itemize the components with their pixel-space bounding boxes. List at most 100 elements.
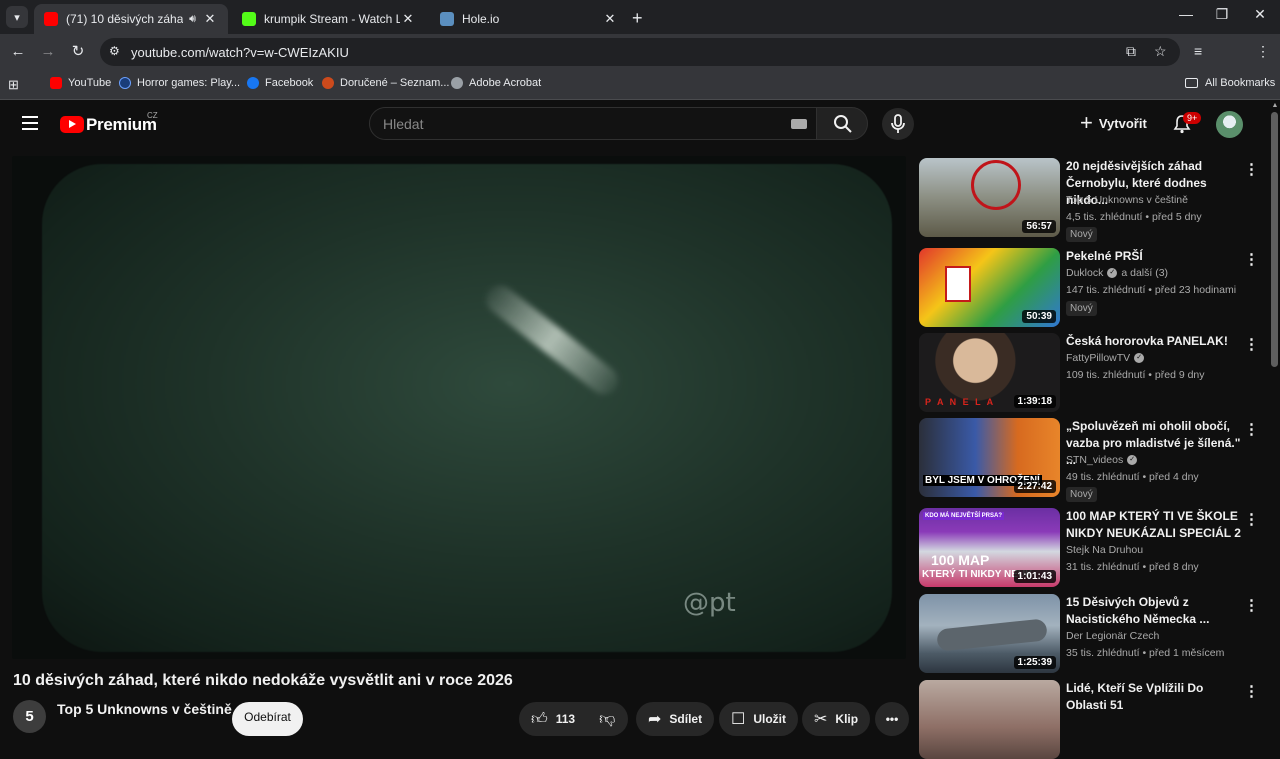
youtube-favicon-icon xyxy=(44,12,58,26)
more-options-icon[interactable]: ⋮ xyxy=(1244,335,1259,353)
clip-button[interactable]: ✂ Klip xyxy=(802,702,871,736)
video-title: Lidé, Kteří Se Vplížili Do Oblasti 51 xyxy=(1066,681,1204,712)
address-bar[interactable]: ⚙︎ youtube.com/watch?v=w-CWEIzAKIU xyxy=(100,38,1180,66)
bookmark-star-icon[interactable]: ☆ xyxy=(1154,43,1167,60)
keyboard-icon[interactable] xyxy=(791,119,807,129)
recommendation-item[interactable]: 50:39 Pekelné PRŠÍ Duklock ✓ a další (3) 1… xyxy=(919,248,1259,328)
video-player[interactable] xyxy=(12,156,906,659)
video-meta: 31 tis. zhlédnutí • před 8 dny xyxy=(1066,561,1199,573)
more-options-icon[interactable]: ⋮ xyxy=(1244,510,1259,528)
bookmark-seznam[interactable]: Doručené – Seznam... xyxy=(322,77,449,89)
like-icon[interactable]: 👍︎ xyxy=(531,710,548,729)
holeio-favicon-icon xyxy=(440,12,454,26)
chrome-menu-icon[interactable]: ⋮ xyxy=(1256,43,1270,60)
video-meta: 147 tis. zhlédnutí • před 23 hodinami xyxy=(1066,284,1237,296)
all-bookmarks[interactable]: All Bookmarks xyxy=(1185,77,1275,89)
video-meta: 4,5 tis. zhlédnutí • před 5 dny xyxy=(1066,211,1202,223)
video-thumbnail[interactable]: 1:25:39 xyxy=(919,594,1060,673)
subscribe-button[interactable]: Odebírat xyxy=(232,702,303,736)
apps-icon[interactable]: ⊞ xyxy=(8,77,19,93)
recommendation-item[interactable]: BYL JSEM V OHROŽENÍ 2:27:42 „Spoluvězeň … xyxy=(919,418,1259,503)
tab-title: krumpik Stream - Watch Live on xyxy=(264,12,400,26)
new-tab-icon[interactable]: + xyxy=(632,8,643,29)
more-options-icon[interactable]: ⋮ xyxy=(1244,160,1259,178)
recommendation-item[interactable]: Lidé, Kteří Se Vplížili Do Oblasti 51 ⋮ xyxy=(919,680,1259,759)
forward-icon[interactable]: → xyxy=(38,42,58,62)
close-tab-icon[interactable]: ✕ xyxy=(202,11,218,27)
close-tab-icon[interactable]: ✕ xyxy=(602,11,618,27)
dislike-icon[interactable]: 👎︎ xyxy=(599,710,615,729)
tab-youtube[interactable]: (71) 10 děsivých záhad, které 🔊︎ ✕ xyxy=(34,4,228,34)
video-thumbnail[interactable]: KDO MÁ NEJVĚTŠÍ PRSA? 100 MAP KTERÝ TI N… xyxy=(919,508,1060,587)
back-icon[interactable]: ← xyxy=(8,42,28,62)
channel-avatar[interactable]: 5 xyxy=(13,700,46,733)
channel-name[interactable]: Duklock ✓ a další (3) xyxy=(1066,267,1168,279)
more-icon: ••• xyxy=(885,712,899,726)
kick-favicon-icon xyxy=(242,12,256,26)
tab-title: Hole.io xyxy=(462,12,500,26)
youtube-logo-icon[interactable] xyxy=(60,116,84,133)
video-duration: 1:25:39 xyxy=(1013,656,1056,669)
channel-name[interactable]: Top 5 Unknowns v češtině xyxy=(57,701,232,717)
close-tab-icon[interactable]: ✕ xyxy=(400,11,416,27)
search-input[interactable]: Hledat xyxy=(369,107,817,140)
more-options-icon[interactable]: ⋮ xyxy=(1244,596,1259,614)
folder-icon xyxy=(1185,78,1198,88)
save-button[interactable]: ☐ Uložit xyxy=(719,702,799,736)
bookmark-facebook[interactable]: Facebook xyxy=(247,77,313,89)
reload-icon[interactable]: ↻ xyxy=(68,42,88,62)
bookmark-horror-games[interactable]: Horror games: Play... xyxy=(119,77,240,89)
video-thumbnail[interactable]: 56:57 xyxy=(919,158,1060,237)
recommendation-item[interactable]: 1:25:39 15 Děsivých Objevů z Nacistickéh… xyxy=(919,594,1259,674)
create-button[interactable]: + Vytvořit xyxy=(1080,112,1147,134)
more-options-icon[interactable]: ⋮ xyxy=(1244,250,1259,268)
speaker-icon[interactable]: 🔊︎ xyxy=(189,13,196,26)
channel-name[interactable]: Top 5 Unknowns v češtině xyxy=(1066,194,1188,206)
minimize-icon[interactable]: — xyxy=(1176,6,1196,22)
channel-name[interactable]: Stejk Na Druhou xyxy=(1066,544,1143,556)
recommendation-item[interactable]: P A N E L A 1:39:18 Česká hororovka PANE… xyxy=(919,333,1259,413)
channel-name[interactable]: Der Legionär Czech xyxy=(1066,630,1159,642)
close-window-icon[interactable]: ✕ xyxy=(1250,6,1270,23)
recommendation-item[interactable]: KDO MÁ NEJVĚTŠÍ PRSA? 100 MAP KTERÝ TI N… xyxy=(919,508,1259,588)
more-options-icon[interactable]: ⋮ xyxy=(1244,682,1259,700)
guide-menu-icon[interactable] xyxy=(22,116,38,134)
scrollbar-thumb[interactable] xyxy=(1271,112,1278,367)
more-options-icon[interactable]: ⋮ xyxy=(1244,420,1259,438)
bookmark-label: YouTube xyxy=(68,77,112,89)
tab-holeio[interactable]: Hole.io ✕ xyxy=(430,4,628,34)
video-thumbnail[interactable]: P A N E L A 1:39:18 xyxy=(919,333,1060,412)
channel-name[interactable]: FattyPillowTV ✓ xyxy=(1066,352,1145,364)
account-avatar[interactable] xyxy=(1216,111,1243,138)
more-actions-button[interactable]: ••• xyxy=(875,702,909,736)
url-text[interactable]: youtube.com/watch?v=w-CWEIzAKIU xyxy=(131,45,349,60)
like-count[interactable]: 113 xyxy=(556,712,575,726)
video-duration: 50:39 xyxy=(1022,310,1056,323)
scroll-up-icon[interactable]: ▲ xyxy=(1270,102,1280,109)
bookmark-youtube[interactable]: YouTube xyxy=(50,77,111,89)
channel-text: FattyPillowTV xyxy=(1066,352,1131,364)
restore-icon[interactable]: ❐ xyxy=(1212,6,1232,23)
media-controls-icon[interactable]: ≡ xyxy=(1194,43,1202,59)
bookmark-adobe-acrobat[interactable]: Adobe Acrobat xyxy=(451,77,541,89)
tab-kick[interactable]: krumpik Stream - Watch Live on ✕ xyxy=(232,4,426,34)
video-duration: 1:01:43 xyxy=(1013,570,1056,583)
search-button[interactable] xyxy=(816,107,868,140)
save-label: Uložit xyxy=(753,712,787,726)
voice-search-button[interactable] xyxy=(882,108,914,140)
channel-text: STN_videos xyxy=(1066,454,1124,466)
tab-search-button[interactable]: ▾ xyxy=(6,6,28,28)
video-thumbnail[interactable]: BYL JSEM V OHROŽENÍ 2:27:42 xyxy=(919,418,1060,497)
video-thumbnail[interactable]: 50:39 xyxy=(919,248,1060,327)
facebook-icon xyxy=(247,77,259,89)
channel-name[interactable]: STN_videos ✓ xyxy=(1066,454,1138,466)
install-app-icon[interactable]: ⧉ xyxy=(1126,43,1136,60)
browser-toolbar: ← → ↻ ⚙︎ youtube.com/watch?v=w-CWEIzAKIU… xyxy=(0,34,1280,95)
video-meta: 35 tis. zhlédnutí • před 1 měsícem xyxy=(1066,647,1225,659)
share-button[interactable]: ➦ Sdílet xyxy=(636,702,715,736)
clip-label: Klip xyxy=(835,712,859,726)
recommendation-item[interactable]: 56:57 20 nejděsivějších záhad Černobylu,… xyxy=(919,158,1259,243)
thumbnail-circle xyxy=(971,160,1021,210)
site-info-icon[interactable]: ⚙︎ xyxy=(109,44,120,58)
video-title: 15 Děsivých Objevů z Nacistického Německ… xyxy=(1066,595,1210,626)
